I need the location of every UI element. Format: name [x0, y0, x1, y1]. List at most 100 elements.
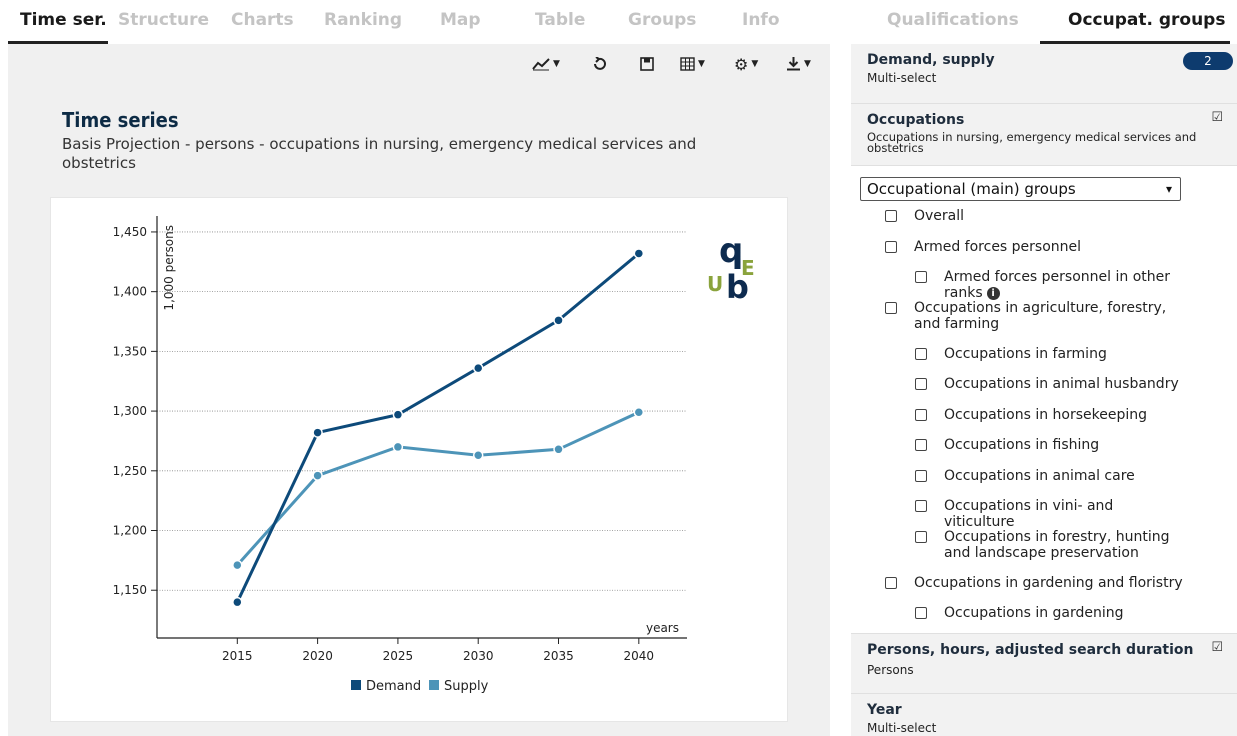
tab-charts[interactable]: Charts	[231, 10, 294, 30]
tab-ranking[interactable]: Ranking	[324, 10, 402, 30]
occupation-label: Occupations in gardening and floristry	[914, 574, 1183, 591]
legend-swatch-supply	[429, 680, 439, 690]
x-tick-label: 2030	[463, 649, 494, 663]
occupation-label: Occupations in animal husbandry	[944, 376, 1179, 392]
occupation-list-item[interactable]: Occupations in gardening	[915, 605, 1185, 621]
checkbox[interactable]	[915, 607, 927, 619]
tab-structure[interactable]: Structure	[118, 10, 209, 30]
info-icon[interactable]: i	[986, 286, 1000, 300]
data-point-demand	[472, 362, 484, 374]
tab-time-series[interactable]: Time ser.	[20, 10, 107, 30]
y-axis-label: 1,000 persons	[162, 225, 176, 311]
occupation-list-item[interactable]: Occupations in farming	[915, 346, 1185, 362]
y-tick-label: 1,400	[113, 285, 147, 299]
x-tick-label: 2040	[624, 649, 655, 663]
chart-section-subtitle: Basis Projection - persons - occupations…	[62, 135, 697, 172]
tab-occupational-groups[interactable]: Occupat. groups	[1068, 10, 1225, 30]
y-tick-label: 1,300	[113, 404, 147, 418]
checkbox[interactable]	[915, 439, 927, 451]
occupation-label: Armed forces personnel	[914, 238, 1082, 255]
occupation-list-item[interactable]: Occupations in fishing	[915, 437, 1185, 453]
occupation-list-item[interactable]: Overall	[885, 208, 1185, 224]
occupation-list-item[interactable]: Occupations in forestry, hunting and lan…	[915, 529, 1185, 561]
occupation-label: Occupations in animal care	[944, 467, 1135, 484]
x-axis-label: years	[646, 621, 679, 635]
occupation-label: Overall	[914, 208, 965, 224]
checkbox[interactable]	[885, 240, 897, 253]
persons-hours-title: Persons, hours, adjusted search duration	[867, 642, 1194, 658]
occupation-list-item[interactable]: Occupations in gardening and floristry	[885, 575, 1185, 591]
occupation-list-item[interactable]: Occupations in animal husbandry	[915, 376, 1185, 392]
occupations-subtitle: Occupations in nursing, emergency medica…	[867, 130, 1197, 155]
tab-info[interactable]: Info	[742, 10, 780, 30]
checked-box-icon: ☑	[1211, 640, 1223, 655]
filter-panel: Demand, supply Multi-select 2 Occupation…	[851, 44, 1237, 736]
demand-supply-title: Demand, supply	[867, 52, 995, 68]
occupation-list-item[interactable]: Occupations in agriculture, forestry, an…	[885, 300, 1185, 332]
data-point-supply	[232, 559, 243, 571]
tab-table[interactable]: Table	[535, 10, 585, 30]
logo-letter-u: U	[707, 272, 723, 296]
occupation-label: Occupations in horsekeeping	[944, 406, 1147, 423]
y-tick-label: 1,250	[113, 464, 147, 478]
y-tick-label: 1,350	[113, 344, 147, 358]
data-point-demand	[312, 427, 323, 438]
save-button[interactable]	[640, 52, 654, 76]
data-point-demand	[232, 596, 243, 608]
checkbox[interactable]	[915, 469, 927, 482]
checkbox[interactable]	[915, 271, 927, 283]
checkbox[interactable]	[915, 378, 927, 390]
data-point-supply	[553, 444, 564, 455]
occupation-list-item[interactable]: Armed forces personnel	[885, 239, 1185, 255]
x-tick-label: 2025	[383, 649, 414, 663]
tab-groups[interactable]: Groups	[628, 10, 696, 30]
chart-card: 1,150 1,200 1,250 1,300 1,350 1,400 1,450 2015 2…	[50, 197, 788, 722]
checkbox[interactable]	[885, 301, 897, 314]
line-chart: 1,150 1,200 1,250 1,300 1,350 1,400 1,450 2015 2…	[113, 216, 755, 694]
checkbox[interactable]	[915, 530, 927, 543]
persons-hours-subtitle: Persons	[867, 663, 914, 677]
demand-supply-section[interactable]: Demand, supply Multi-select 2	[851, 44, 1237, 104]
table-dropdown[interactable]: ▼	[680, 52, 705, 76]
occupation-list-item[interactable]: Occupations in animal care	[915, 468, 1185, 484]
data-point-supply	[312, 470, 323, 481]
caret-down-icon: ▼	[698, 59, 705, 69]
data-point-supply	[633, 407, 645, 418]
settings-dropdown[interactable]: ⚙ ▼	[734, 52, 758, 76]
table-icon	[680, 57, 695, 71]
occupations-section[interactable]: Occupations Occupations in nursing, emer…	[851, 104, 1237, 166]
tab-qualifications[interactable]: Qualifications	[887, 10, 1019, 30]
tab-map[interactable]: Map	[440, 10, 481, 30]
data-point-demand	[392, 409, 404, 420]
checkbox[interactable]	[915, 347, 927, 360]
occupation-label: Occupations in forestry, hunting and lan…	[944, 528, 1170, 561]
series-line-supply	[236, 410, 640, 567]
year-title: Year	[867, 702, 902, 718]
save-icon	[640, 57, 654, 71]
occupation-list-item[interactable]: Occupations in vini- and viticulture	[915, 498, 1185, 530]
main-content: ▼ ▼ ⚙ ▼ ▼ Time series Basis Projection -…	[8, 44, 830, 736]
persons-hours-section[interactable]: Persons, hours, adjusted search duration…	[851, 633, 1237, 694]
undo-icon	[594, 57, 606, 70]
occupation-label: Occupations in vini- and viticulture	[944, 498, 1114, 530]
download-dropdown[interactable]: ▼	[786, 52, 811, 76]
checkbox[interactable]	[885, 210, 897, 222]
x-tick-label: 2020	[302, 649, 333, 663]
occupation-label: Occupations in farming	[944, 345, 1107, 362]
y-tick-label: 1,200	[113, 524, 147, 538]
chart-toolbar: ▼ ▼ ⚙ ▼ ▼	[528, 52, 828, 76]
checkbox[interactable]	[885, 576, 897, 589]
occupation-list-item[interactable]: Occupations in horsekeeping	[915, 407, 1185, 423]
occupation-group-select[interactable]: Occupational (main) groups ▾	[860, 177, 1181, 201]
year-subtitle: Multi-select	[867, 721, 937, 735]
year-section[interactable]: Year Multi-select	[851, 694, 1237, 736]
checkbox[interactable]	[915, 408, 927, 421]
x-tick-label: 2015	[222, 649, 253, 663]
checked-box-icon: ☑	[1211, 110, 1223, 125]
occupation-group-select-value: Occupational (main) groups	[867, 180, 1076, 198]
download-icon	[787, 57, 800, 71]
occupation-list-item[interactable]: Armed forces personnel in other ranks i	[915, 269, 1185, 301]
undo-button[interactable]	[592, 52, 606, 76]
checkbox[interactable]	[915, 500, 927, 512]
chart-type-dropdown[interactable]: ▼	[532, 52, 560, 76]
